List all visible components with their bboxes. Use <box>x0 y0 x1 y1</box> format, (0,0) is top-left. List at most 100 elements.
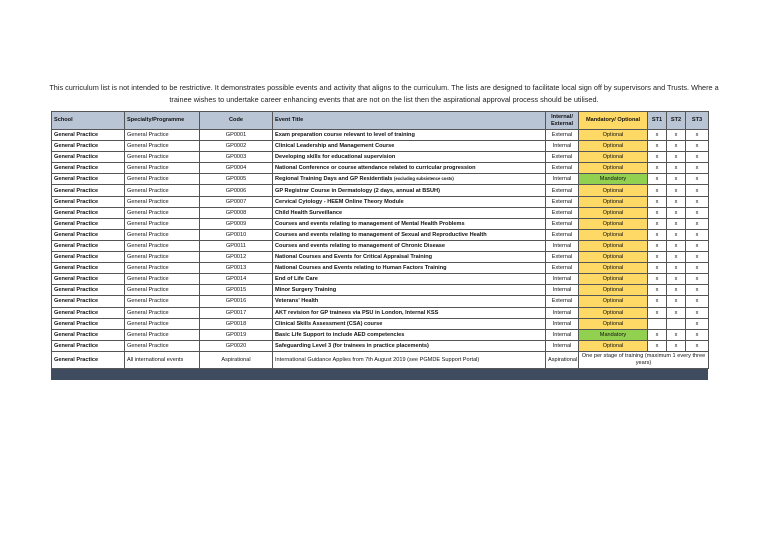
cell-st3: x <box>685 239 709 253</box>
cell-code: GP0020 <box>199 339 273 352</box>
cell-text: x <box>674 154 678 161</box>
cell-school: General Practice <box>51 128 125 142</box>
table-row: General Practice General Practice GP0007 Ce… <box>51 195 709 208</box>
cell-note: (excluding subsistence costs) <box>393 176 454 182</box>
cell-school: General Practice <box>51 228 125 241</box>
cell-text: Optional <box>602 265 624 272</box>
cell-code: GP0016 <box>199 295 273 308</box>
cell-text: x <box>695 231 699 238</box>
intro-text: This curriculum list is not intended to … <box>49 83 719 104</box>
cell-text: Optional <box>602 287 624 294</box>
cell-text: External <box>551 165 573 172</box>
cell-text: GP0015 <box>225 287 247 294</box>
cell-text: x <box>674 331 678 338</box>
cell-text: General Practice <box>54 231 99 238</box>
cell-code: GP0018 <box>199 317 273 330</box>
cell-school: General Practice <box>51 206 125 219</box>
cell-text: x <box>695 220 699 227</box>
cell-title: Developing skills for educational superv… <box>272 151 546 164</box>
cell-st3: x <box>685 251 709 264</box>
cell-st3: x <box>685 195 709 208</box>
cell-int-ext: Internal <box>545 140 579 153</box>
cell-st1: x <box>647 328 667 341</box>
cell-text: External <box>551 132 573 139</box>
cell-school: General Practice <box>51 328 125 341</box>
cell-text: External <box>551 209 573 216</box>
cell-text: General Practice <box>127 176 169 183</box>
cell-text: x <box>695 176 699 183</box>
cell-st3: x <box>685 128 709 142</box>
cell-code: GP0017 <box>199 306 273 319</box>
cell-text: GP0017 <box>225 309 247 316</box>
cell-text: Optional <box>602 143 624 150</box>
cell-text: Optional <box>602 187 624 194</box>
cell-mand-opt: Optional <box>578 140 648 153</box>
cell-text: General Practice <box>54 220 99 227</box>
cell-code: GP0003 <box>199 151 273 164</box>
cell-code: GP0001 <box>199 128 273 142</box>
cell-st2: x <box>666 295 686 308</box>
cell-text: Optional <box>602 154 624 161</box>
cell-text: AKT revision for GP trainees via PSU in … <box>275 309 439 316</box>
cell-school: General Practice <box>51 262 125 275</box>
table-row: General Practice General Practice GP0020 Sa… <box>51 339 709 352</box>
cell-int-ext: External <box>545 251 579 264</box>
cell-st2: x <box>666 195 686 208</box>
cell-int-ext: Internal <box>545 306 579 319</box>
footer-bar <box>51 369 708 380</box>
cell-text: Optional <box>602 198 624 205</box>
cell-int-ext: External <box>545 217 579 230</box>
table-row: General Practice General Practice GP0004 Na… <box>51 162 709 175</box>
cell-text: x <box>655 298 659 305</box>
cell-st3: x <box>685 284 709 297</box>
cell-mand-opt: Optional <box>578 284 648 297</box>
cell-title: Exam preparation course relevant to leve… <box>272 128 546 142</box>
cell-specialty: General Practice <box>124 273 200 286</box>
cell-st1: x <box>647 151 667 164</box>
cell-int-ext: External <box>545 128 579 142</box>
cell-st1: x <box>647 295 667 308</box>
cell-text: x <box>695 242 699 249</box>
cell-text: x <box>674 220 678 227</box>
cell-text: x <box>655 176 659 183</box>
cell-text: GP0005 <box>225 176 247 183</box>
cell-text: General Practice <box>127 276 169 283</box>
cell-title: Safeguarding Level 3 (for trainees in pr… <box>272 339 546 352</box>
cell-mand-opt: Optional <box>578 184 648 197</box>
cell-text: GP Registrar Course in Dermatology (2 da… <box>275 187 440 194</box>
cell-text: x <box>695 198 699 205</box>
cell-code: GP0007 <box>199 195 273 208</box>
cell-mand-opt: Optional <box>578 295 648 308</box>
cell-code: GP0012 <box>199 251 273 264</box>
cell-text: x <box>695 254 699 261</box>
cell-text: x <box>695 309 699 316</box>
cell-text: GP0012 <box>225 254 247 261</box>
table-row: General Practice General Practice GP0012 Na… <box>51 251 709 264</box>
cell-mand-opt: Optional <box>578 217 648 230</box>
cell-text: General Practice <box>127 220 169 227</box>
cell-code: GP0004 <box>199 162 273 175</box>
cell-text: GP0002 <box>225 143 247 150</box>
cell-text: x <box>695 165 699 172</box>
cell-text: External <box>551 220 573 227</box>
cell-st3: x <box>685 140 709 153</box>
cell-school: General Practice <box>51 317 125 330</box>
cell-text: x <box>695 265 699 272</box>
cell-mand-opt: Optional <box>578 251 648 264</box>
cell-int-ext: Internal <box>545 317 579 330</box>
cell-text: General Practice <box>54 154 99 161</box>
cell-st2: x <box>666 162 686 175</box>
table-row: General Practice General Practice GP0003 De… <box>51 151 709 164</box>
cell-mand-opt: Optional <box>578 162 648 175</box>
cell-text: General Practice <box>127 254 169 261</box>
cell-text: Optional <box>602 220 624 227</box>
cell-st3: x <box>685 273 709 286</box>
cell-text: x <box>655 198 659 205</box>
cell-specialty: General Practice <box>124 239 200 253</box>
cell-school: General Practice <box>51 217 125 230</box>
cell-text: Internal <box>552 276 572 283</box>
cell-text: x <box>695 132 699 139</box>
cell-code: GP0013 <box>199 262 273 275</box>
cell-text: General Practice <box>127 165 169 172</box>
cell-text: GP0007 <box>225 198 247 205</box>
